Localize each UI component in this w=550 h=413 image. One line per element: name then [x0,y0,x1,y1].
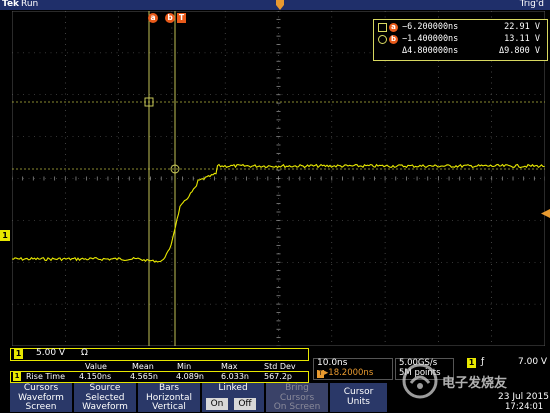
cursor-b-volt: 13.11 V [504,34,540,44]
meas-min: 4.089n [176,372,204,381]
trigger-level-arrow-icon[interactable] [541,209,550,218]
softkey-source[interactable]: Source Selected Waveform [74,383,137,412]
channel-1-scale-box[interactable]: 1 5.00 V Ω [10,348,309,361]
horizontal-scale-box[interactable]: 10.0ns T ▸18.2000ns [313,358,393,380]
watermark-text: 电子发烧友 [442,376,508,391]
trigger-level: 7.00 V [518,357,548,367]
meas-header-value: Value [85,362,107,371]
cursor-a-label: a [389,23,398,32]
cursor-delta-volt: Δ9.800 V [499,46,540,56]
softkey-bars[interactable]: Bars Horizontal Vertical [138,383,201,412]
channel-1-badge: 1 [14,349,23,359]
measurement-channel-badge: 1 [13,372,21,381]
brand-label: Tek [2,0,20,9]
cursor-a-readout: a −6.200000ns 22.91 V [374,22,546,34]
softkey-cursors-mode[interactable]: Cursors Waveform Screen [10,383,73,412]
waveform-display[interactable] [12,11,545,346]
cursor-b-tag[interactable]: b [165,13,175,23]
cursor-readout-box: a −6.200000ns 22.91 V b −1.400000ns 13.1… [373,19,548,61]
channel-1-scale: 5.00 V [36,348,66,358]
trigger-position-marker-icon [276,0,284,10]
square-icon [378,23,387,32]
meas-mean: 4.565n [130,372,158,381]
meas-value: 4.150ns [79,372,112,381]
meas-header-min: Min [177,362,192,371]
status-bar [0,0,550,10]
linked-off-option[interactable]: Off [234,398,256,410]
meas-header-stddev: Std Dev [264,362,296,371]
clock-date: 23 Jul 2015 [498,392,549,402]
cursor-a-time: −6.200000ns [402,22,459,32]
horizontal-position: T ▸18.2000ns [317,368,374,378]
meas-header-mean: Mean [132,362,154,371]
clock-time: 17:24:01 [505,402,544,412]
cursor-b-readout: b −1.400000ns 13.11 V [374,34,546,46]
meas-header-max: Max [221,362,238,371]
trigger-tag: T [177,13,186,23]
circle-icon [378,35,387,44]
trigger-source-badge: 1 [467,358,476,368]
trigger-readout[interactable]: 1 ƒ 7.00 V [455,357,548,368]
cursor-a-volt: 22.91 V [504,22,540,32]
cursor-b-time: −1.400000ns [402,34,459,44]
acquisition-state: Run [21,0,39,9]
cursor-delta-readout: Δ4.800000ns Δ9.800 V [374,46,546,58]
watermark-logo-icon [402,363,438,399]
meas-stddev: 567.2p [264,372,292,381]
trigger-status: Trig'd [519,0,544,9]
cursor-a-tag[interactable]: a [148,13,158,23]
softkey-cursor-units[interactable]: Cursor Units [330,383,388,412]
horizontal-scale: 10.0ns [317,358,348,368]
softkey-bring-cursors-on-screen[interactable]: Bring Cursors On Screen [266,383,329,412]
cursor-b-label: b [389,35,398,44]
cursor-delta-time: Δ4.800000ns [402,46,459,56]
trigger-tag-small-icon: T [317,370,324,378]
channel-1-coupling: Ω [81,348,88,358]
meas-name: Rise Time [26,372,65,381]
trigger-edge-icon: ƒ [481,357,485,367]
linked-on-option[interactable]: On [206,398,228,410]
meas-max: 6.033n [221,372,249,381]
channel-1-ground-marker[interactable]: 1 [0,230,10,241]
